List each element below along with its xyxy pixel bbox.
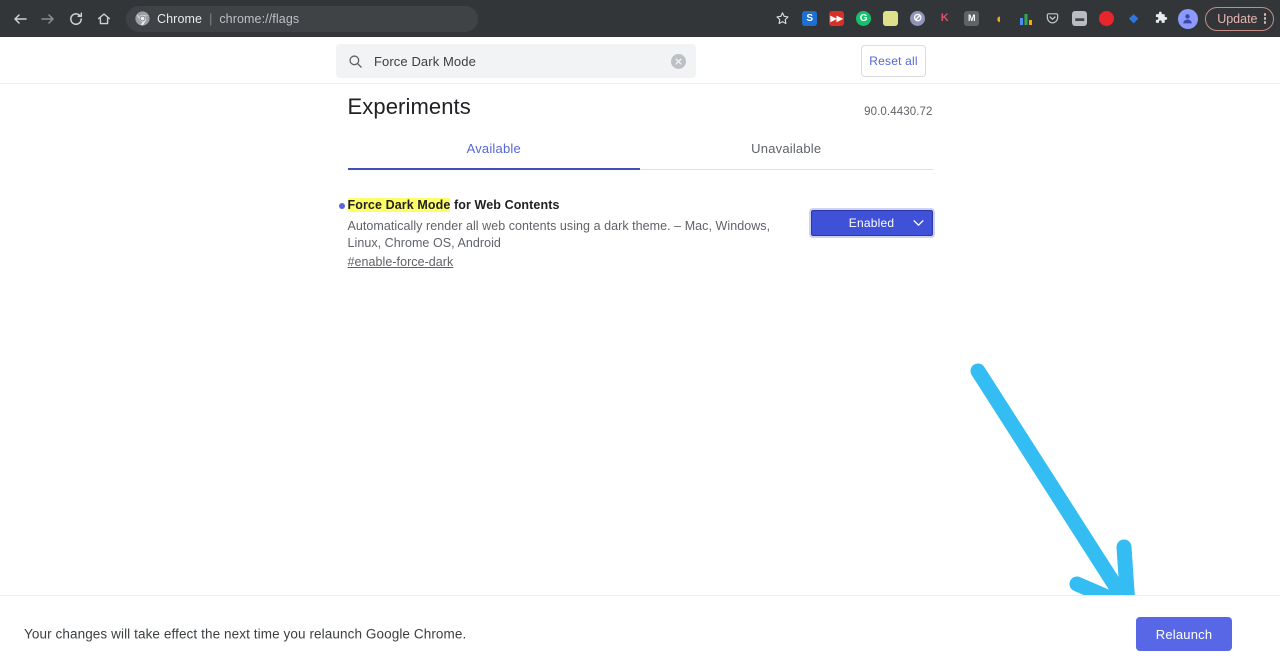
flag-state-value: Enabled [848, 216, 895, 230]
tab-unavailable[interactable]: Unavailable [640, 128, 933, 169]
flag-id-link[interactable]: #enable-force-dark [348, 255, 454, 269]
home-icon[interactable] [90, 5, 118, 33]
extension-honey-icon[interactable]: ◖ [985, 5, 1012, 32]
reset-all-button[interactable]: Reset all [861, 45, 926, 77]
chrome-logo-icon [135, 11, 150, 26]
extension-avast-icon[interactable] [1093, 5, 1120, 32]
extension-pocket-icon[interactable] [1039, 5, 1066, 32]
search-icon [349, 54, 362, 68]
flag-body: Force Dark Mode for Web Contents Automat… [347, 197, 811, 271]
profile-avatar[interactable] [1174, 5, 1201, 32]
flag-title-rest: for Web Contents [450, 198, 560, 212]
forward-arrow-icon[interactable] [34, 5, 62, 33]
chevron-down-icon [912, 220, 924, 226]
flag-entry-enable-force-dark: Force Dark Mode for Web Contents Automat… [338, 197, 935, 271]
browser-toolbar-icons: S ▶▶ G ⊘ K M ◖ ▬ ❖ Update [769, 0, 1274, 37]
flags-tabs: Available Unavailable [347, 128, 933, 170]
flag-title-highlight: Force Dark Mode [347, 198, 451, 212]
extension-grammarly-icon[interactable]: G [850, 5, 877, 32]
extension-k-icon[interactable]: K [931, 5, 958, 32]
extension-adblock-icon[interactable]: ⊘ [904, 5, 931, 32]
title-row: Experiments 90.0.4430.72 [348, 84, 933, 128]
flag-title: Force Dark Mode for Web Contents [347, 197, 795, 213]
flag-description: Automatically render all web contents us… [347, 219, 771, 250]
omnibox-app-name: Chrome [157, 11, 203, 26]
extension-dropbox-icon[interactable]: ❖ [1120, 5, 1147, 32]
extension-card-icon[interactable]: ▬ [1066, 5, 1093, 32]
relaunch-bar: Your changes will take effect the next t… [0, 595, 1280, 672]
flag-select-wrap: Enabled [808, 197, 935, 238]
tab-available[interactable]: Available [347, 128, 641, 170]
search-box[interactable] [336, 44, 696, 78]
browser-toolbar: Chrome | chrome://flags S ▶▶ G ⊘ K M ◖ ▬ [0, 0, 1280, 37]
relaunch-message: Your changes will take effect the next t… [24, 626, 467, 642]
reload-icon[interactable] [62, 5, 90, 33]
three-dot-menu-icon[interactable] [1263, 13, 1266, 24]
relaunch-button[interactable]: Relaunch [1136, 617, 1232, 651]
extensions-puzzle-icon[interactable] [1147, 5, 1174, 32]
extension-analytics-icon[interactable] [1012, 5, 1039, 32]
extension-notes-icon[interactable] [877, 5, 904, 32]
flags-list: Force Dark Mode for Web Contents Automat… [338, 170, 935, 271]
navigation-buttons [0, 5, 118, 33]
chrome-flags-page: Chrome | chrome://flags S ▶▶ G ⊘ K M ◖ ▬ [0, 0, 1280, 672]
flag-state-select[interactable]: Enabled [808, 208, 935, 238]
page-title: Experiments [347, 94, 471, 119]
extension-hd-icon[interactable]: ▶▶ [823, 5, 850, 32]
search-input[interactable] [374, 53, 660, 69]
update-button[interactable]: Update [1205, 6, 1274, 31]
flags-content: Experiments 90.0.4430.72 Available Unava… [0, 84, 1280, 271]
back-arrow-icon[interactable] [6, 5, 34, 33]
address-bar[interactable]: Chrome | chrome://flags [126, 5, 478, 32]
flags-search-header: Reset all [0, 37, 1280, 84]
omnibox-url: chrome://flags [219, 11, 300, 26]
extension-gmail-icon[interactable]: M [958, 5, 985, 32]
extension-s-icon[interactable]: S [796, 5, 823, 32]
bookmark-star-icon[interactable] [769, 5, 796, 32]
clear-x-icon[interactable] [671, 53, 686, 69]
modified-flag-dot-icon [338, 203, 345, 209]
update-button-label: Update [1217, 11, 1258, 26]
omnibox-separator: | [209, 11, 213, 26]
chrome-version: 90.0.4430.72 [864, 106, 933, 118]
